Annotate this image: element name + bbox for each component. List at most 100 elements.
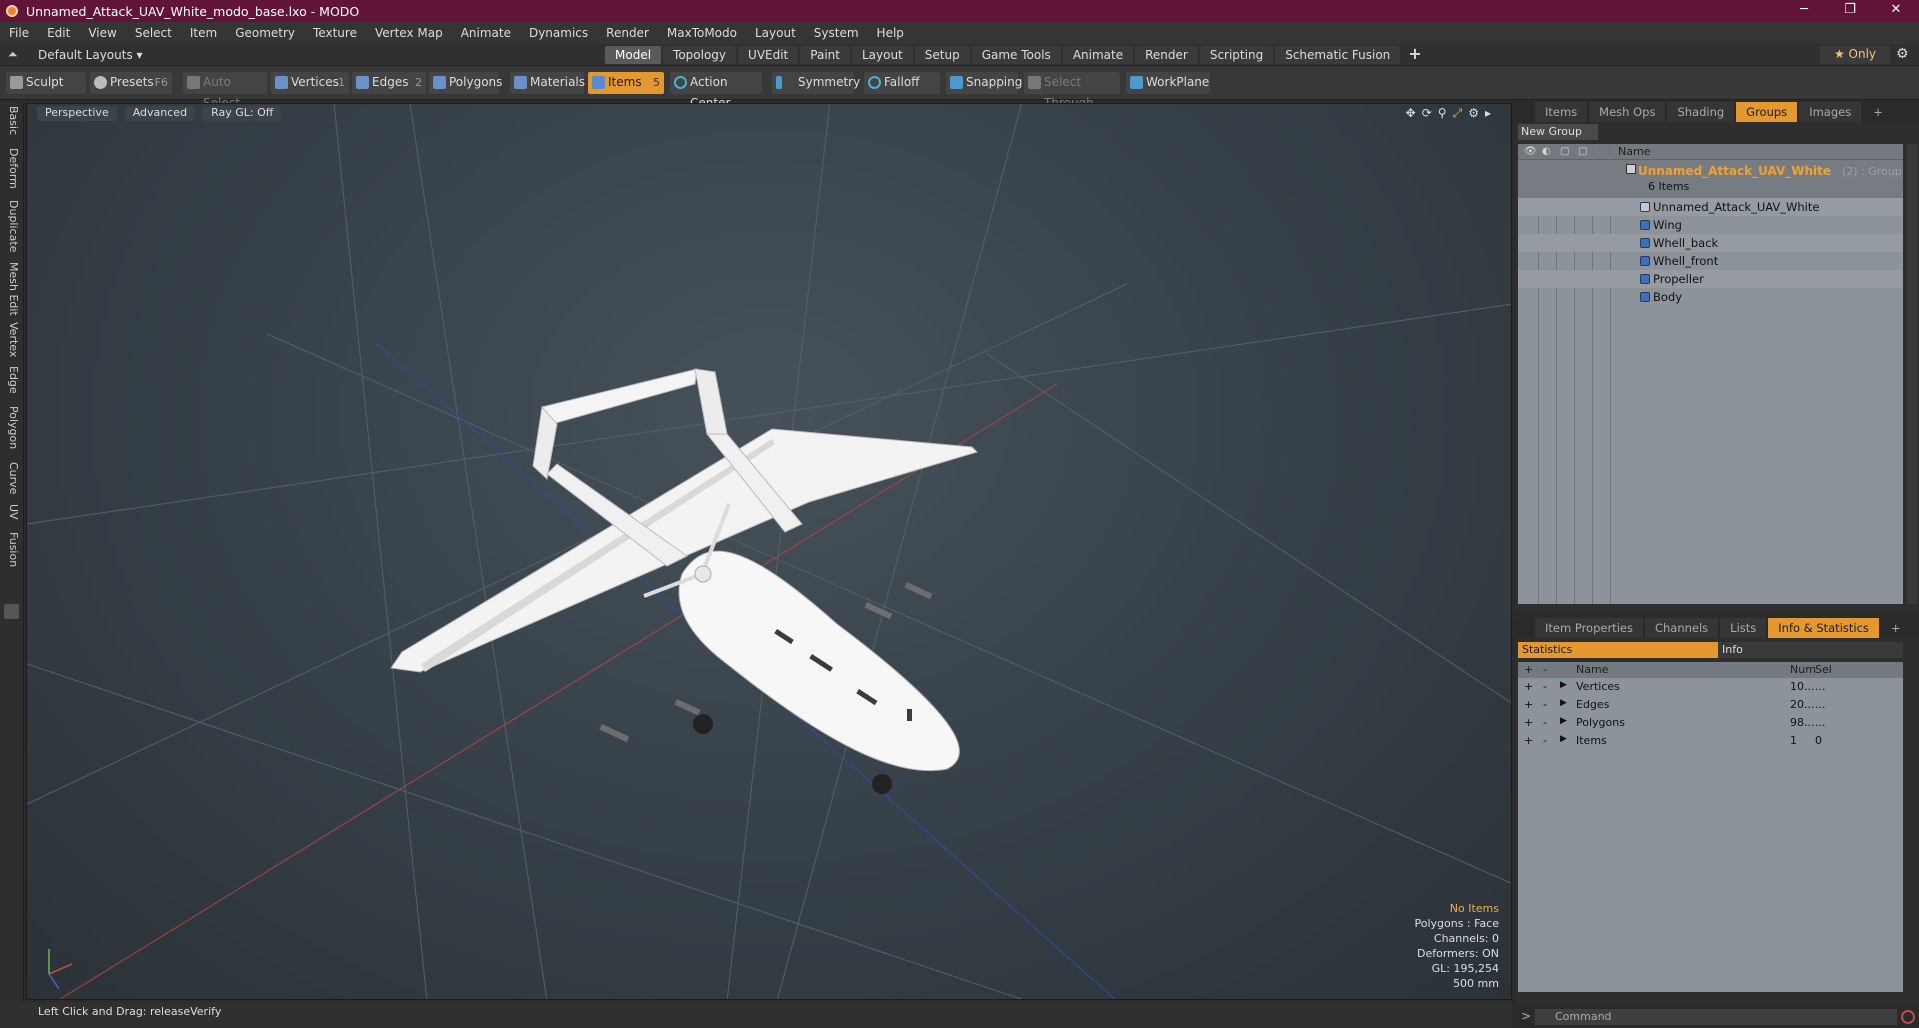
fit-icon[interactable]: ⤢ xyxy=(1453,106,1463,121)
tab-items[interactable]: Items xyxy=(1535,102,1588,122)
menu-item[interactable]: Item xyxy=(181,26,226,40)
list-item[interactable]: Propeller xyxy=(1518,270,1903,288)
list-item[interactable]: Whell_back xyxy=(1518,234,1903,252)
gear-icon[interactable]: ⚙ xyxy=(1896,46,1909,62)
left-tab-fusion[interactable]: Fusion xyxy=(4,532,20,567)
groups-scrollbar[interactable] xyxy=(1907,144,1917,604)
materials-button[interactable]: Materials xyxy=(510,72,585,94)
viewport-settings-icon[interactable]: ⚙ xyxy=(1468,106,1479,121)
uav-model[interactable] xyxy=(390,368,978,794)
layout-collapse-icon[interactable]: ⏶ xyxy=(8,47,18,62)
left-tab-mesh-edit[interactable]: Mesh Edit xyxy=(4,262,20,316)
list-item[interactable]: Wing xyxy=(1518,216,1903,234)
select-col-icon[interactable]: ▢ xyxy=(1578,146,1587,157)
tab-uvedit[interactable]: UVEdit xyxy=(738,46,799,64)
maximize-button[interactable]: ❐ xyxy=(1827,0,1873,22)
lock-col-icon[interactable]: ▢ xyxy=(1560,146,1569,157)
tab-mesh-ops[interactable]: Mesh Ops xyxy=(1589,102,1666,122)
tab-animate[interactable]: Animate xyxy=(1062,46,1134,64)
menu-file[interactable]: File xyxy=(0,26,38,40)
name-column-header[interactable]: Name xyxy=(1618,145,1650,158)
polygons-button[interactable]: Polygons xyxy=(429,72,502,94)
presets-button[interactable]: Presets F6 xyxy=(90,72,172,94)
groups-list[interactable]: 👁 ◐ ▢ ▢ Name Unnamed_Attack_UAV_White (2… xyxy=(1518,144,1903,604)
menu-geometry[interactable]: Geometry xyxy=(226,26,304,40)
tab-topology[interactable]: Topology xyxy=(663,46,737,64)
table-row[interactable]: + - ▶ Edges 20...... xyxy=(1518,696,1903,714)
left-tab-vertex[interactable]: Vertex xyxy=(4,322,20,357)
new-group-button[interactable]: New Group xyxy=(1518,124,1598,140)
action-center-button[interactable]: Action Center xyxy=(670,72,762,110)
left-tab-deform[interactable]: Deform xyxy=(4,148,20,189)
tab-shading[interactable]: Shading xyxy=(1667,102,1735,122)
menu-vertex-map[interactable]: Vertex Map xyxy=(366,26,452,40)
menu-texture[interactable]: Texture xyxy=(304,26,366,40)
group-row[interactable]: Unnamed_Attack_UAV_White (2) : Group 6 I… xyxy=(1518,160,1903,198)
expand-arrow-icon[interactable]: ▶ xyxy=(1560,734,1567,744)
expand-arrow-icon[interactable]: ▶ xyxy=(1560,716,1567,726)
advanced-dropdown[interactable]: Advanced xyxy=(124,106,196,121)
left-tab-edge[interactable]: Edge xyxy=(4,366,20,394)
default-layouts-dropdown[interactable]: Default Layouts ▾ xyxy=(38,48,143,62)
menu-maxtomodo[interactable]: MaxToModo xyxy=(658,26,746,40)
tab-channels[interactable]: Channels xyxy=(1644,618,1719,638)
tab-images[interactable]: Images xyxy=(1799,102,1862,122)
collapse-all-icon[interactable]: - xyxy=(1543,663,1547,676)
table-row[interactable]: + - ▶ Items 1 0 xyxy=(1518,732,1903,750)
info-tab[interactable]: Info xyxy=(1718,642,1903,658)
vertices-button[interactable]: Vertices 1 xyxy=(271,72,349,94)
minimize-button[interactable]: ─ xyxy=(1781,0,1827,22)
zoom-icon[interactable]: ⚲ xyxy=(1438,106,1447,121)
table-row[interactable]: + - ▶ Polygons 98...... xyxy=(1518,714,1903,732)
tab-item-properties[interactable]: Item Properties xyxy=(1535,618,1643,638)
record-macro-icon[interactable] xyxy=(1901,1010,1915,1024)
list-item[interactable]: Body xyxy=(1518,288,1903,306)
tab-model[interactable]: Model xyxy=(605,46,662,64)
rotate-icon[interactable]: ⟳ xyxy=(1422,106,1432,121)
left-tab-polygon[interactable]: Polygon xyxy=(4,406,20,449)
tab-lists[interactable]: Lists xyxy=(1720,618,1767,638)
visibility-col-icon[interactable]: 👁 xyxy=(1524,146,1537,157)
select-through-button[interactable]: Select Through xyxy=(1024,72,1120,110)
list-item[interactable]: Whell_front xyxy=(1518,252,1903,270)
menu-layout[interactable]: Layout xyxy=(746,26,805,40)
tab-render[interactable]: Render xyxy=(1135,46,1198,64)
tab-schematic-fusion[interactable]: Schematic Fusion xyxy=(1275,46,1401,64)
left-tab-curve[interactable]: Curve xyxy=(4,462,20,494)
viewport-expand-icon[interactable]: ▸ xyxy=(1485,106,1491,121)
tab-setup[interactable]: Setup xyxy=(914,46,970,64)
menu-animate[interactable]: Animate xyxy=(452,26,520,40)
list-item[interactable]: Unnamed_Attack_UAV_White xyxy=(1518,198,1903,216)
raygl-toggle[interactable]: Ray GL: Off xyxy=(203,106,282,121)
menu-help[interactable]: Help xyxy=(868,26,913,40)
items-button[interactable]: Items 5 xyxy=(588,72,664,94)
sculpt-button[interactable]: Sculpt xyxy=(6,72,86,94)
falloff-button[interactable]: Falloff xyxy=(864,72,940,94)
menu-render[interactable]: Render xyxy=(597,26,658,40)
tab-layout[interactable]: Layout xyxy=(851,46,913,64)
tab-paint[interactable]: Paint xyxy=(800,46,850,64)
snapping-button[interactable]: Snapping xyxy=(946,72,1022,94)
edges-button[interactable]: Edges 2 xyxy=(352,72,426,94)
expand-all-icon[interactable]: + xyxy=(1524,663,1533,676)
statistics-tab[interactable]: Statistics xyxy=(1518,642,1718,658)
add-panel-tab-icon[interactable]: + xyxy=(1881,618,1911,638)
workplane-button[interactable]: WorkPlane xyxy=(1126,72,1210,94)
menu-dynamics[interactable]: Dynamics xyxy=(520,26,597,40)
table-row[interactable]: + - ▶ Vertices 10...... xyxy=(1518,678,1903,696)
menu-view[interactable]: View xyxy=(79,26,125,40)
perspective-dropdown[interactable]: Perspective xyxy=(37,106,117,121)
pan-icon[interactable]: ✥ xyxy=(1406,106,1416,121)
tab-scripting[interactable]: Scripting xyxy=(1199,46,1274,64)
add-tab-icon[interactable]: + xyxy=(1402,46,1427,64)
symmetry-button[interactable]: Symmetry xyxy=(772,72,860,94)
render-col-icon[interactable]: ◐ xyxy=(1542,146,1551,157)
expand-arrow-icon[interactable]: ▶ xyxy=(1560,680,1567,690)
menu-edit[interactable]: Edit xyxy=(38,26,79,40)
tab-info-statistics[interactable]: Info & Statistics xyxy=(1768,618,1879,638)
menu-select[interactable]: Select xyxy=(126,26,181,40)
menu-system[interactable]: System xyxy=(805,26,868,40)
left-tab-basic[interactable]: Basic xyxy=(4,106,20,135)
3d-viewport[interactable]: Perspective Advanced Ray GL: Off ✥ ⟳ ⚲ ⤢… xyxy=(26,103,1512,1000)
add-panel-tab-icon[interactable]: + xyxy=(1863,102,1893,122)
